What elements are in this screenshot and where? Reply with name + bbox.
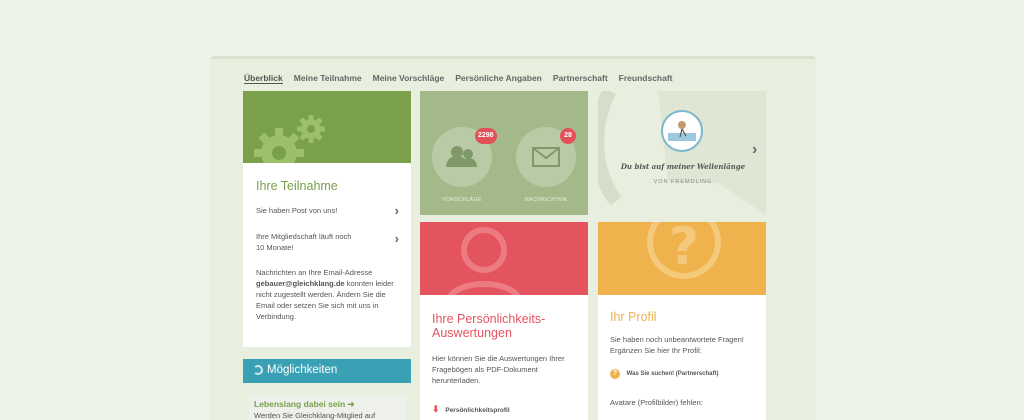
- tab-partnerschaft[interactable]: Partnerschaft: [553, 73, 608, 84]
- persoenlichkeit-card: Ihre Persönlichkeits-Auswertungen Hier k…: [420, 222, 588, 420]
- profile-avatar: [661, 110, 703, 152]
- quote-author: VON FREMDLING: [653, 179, 713, 185]
- download-icon: ⬇: [432, 404, 440, 414]
- loading-icon: [253, 365, 263, 375]
- email-address: gebauer@gleichklang.de: [256, 279, 345, 288]
- stats-tile: 2298 VORSCHLÄGE 28 NACHRICHTEN: [420, 91, 588, 215]
- membership-notice[interactable]: Ihre Mitgliedschaft läuft noch 10 Monate…: [256, 231, 361, 253]
- email-notice: Nachrichten an Ihre Email-Adresse gebaue…: [256, 267, 402, 322]
- messages-label: NACHRICHTEN: [525, 197, 567, 203]
- teilnahme-header: [243, 91, 411, 163]
- proposals-label: VORSCHLÄGE: [442, 197, 482, 203]
- messages-badge: 28: [560, 128, 576, 144]
- moeglichkeiten-header: Möglichkeiten: [243, 359, 411, 383]
- avatar-missing-text: Avatare (Profilbilder) fehlen:: [610, 398, 703, 407]
- lebenslang-link-label: Lebenslang dabei sein: [254, 399, 346, 409]
- moeglichkeiten-text: Werden Sie Gleichklang-Mitglied auf: [254, 411, 376, 420]
- svg-text:?: ?: [669, 222, 699, 277]
- post-notice[interactable]: Sie haben Post von uns!: [256, 205, 396, 216]
- profil-question-label: Was Sie suchen! (Partnerschaft): [626, 371, 719, 377]
- lebenslang-link[interactable]: Lebenslang dabei sein ➜: [254, 399, 355, 410]
- tab-persoenliche-angaben[interactable]: Persönliche Angaben: [455, 73, 542, 84]
- tab-bar: Überblick Meine Teilnahme Meine Vorschlä…: [244, 73, 673, 84]
- teilnahme-title: Ihre Teilnahme: [256, 179, 338, 193]
- info-icon: ?: [610, 369, 620, 379]
- chevron-right-icon[interactable]: ›: [395, 203, 399, 218]
- proposals-badge: 2298: [475, 128, 497, 144]
- person-icon: [447, 227, 521, 295]
- email-notice-pre: Nachrichten an Ihre Email-Adresse: [256, 268, 373, 277]
- quote-text: Du bist auf meiner Wellenlänge: [620, 162, 746, 171]
- dashboard-panel: Überblick Meine Teilnahme Meine Vorschlä…: [210, 56, 816, 420]
- moeglichkeiten-box: Lebenslang dabei sein ➜ Werden Sie Gleic…: [249, 395, 407, 420]
- persoenlichkeit-title: Ihre Persönlichkeits-Auswertungen: [432, 312, 546, 340]
- profil-text: Sie haben noch unbeantwortete Fragen! Er…: [610, 335, 744, 355]
- tab-meine-vorschlaege[interactable]: Meine Vorschläge: [373, 73, 445, 84]
- persoenlichkeit-header: [420, 222, 588, 295]
- tab-meine-teilnahme[interactable]: Meine Teilnahme: [294, 73, 362, 84]
- download-link[interactable]: ⬇ Persönlichkeitsprofil: [432, 404, 510, 415]
- profil-header: ?: [598, 222, 766, 295]
- moeglichkeiten-card: Möglichkeiten Lebenslang dabei sein ➜ We…: [243, 359, 411, 420]
- teilnahme-card: Ihre Teilnahme Sie haben Post von uns! ›…: [243, 91, 411, 347]
- question-mark-icon: ?: [647, 222, 721, 279]
- profil-question-link[interactable]: ? Was Sie suchen! (Partnerschaft): [610, 369, 718, 379]
- profil-title: Ihr Profil: [610, 310, 657, 324]
- moeglichkeiten-title: Möglichkeiten: [267, 364, 338, 376]
- gears-icon: [254, 115, 325, 163]
- quote-tile[interactable]: Du bist auf meiner Wellenlänge VON FREMD…: [598, 91, 766, 215]
- profil-card: ? Ihr Profil Sie haben noch unbeantworte…: [598, 222, 766, 420]
- download-link-label: Persönlichkeitsprofil: [445, 407, 510, 414]
- next-arrow-icon[interactable]: ›: [752, 141, 757, 159]
- tab-freundschaft[interactable]: Freundschaft: [619, 73, 673, 84]
- chevron-right-icon[interactable]: ›: [395, 231, 399, 246]
- persoenlichkeit-text: Hier können Sie die Auswertungen Ihrer F…: [432, 354, 565, 385]
- tab-ueberblick[interactable]: Überblick: [244, 73, 283, 84]
